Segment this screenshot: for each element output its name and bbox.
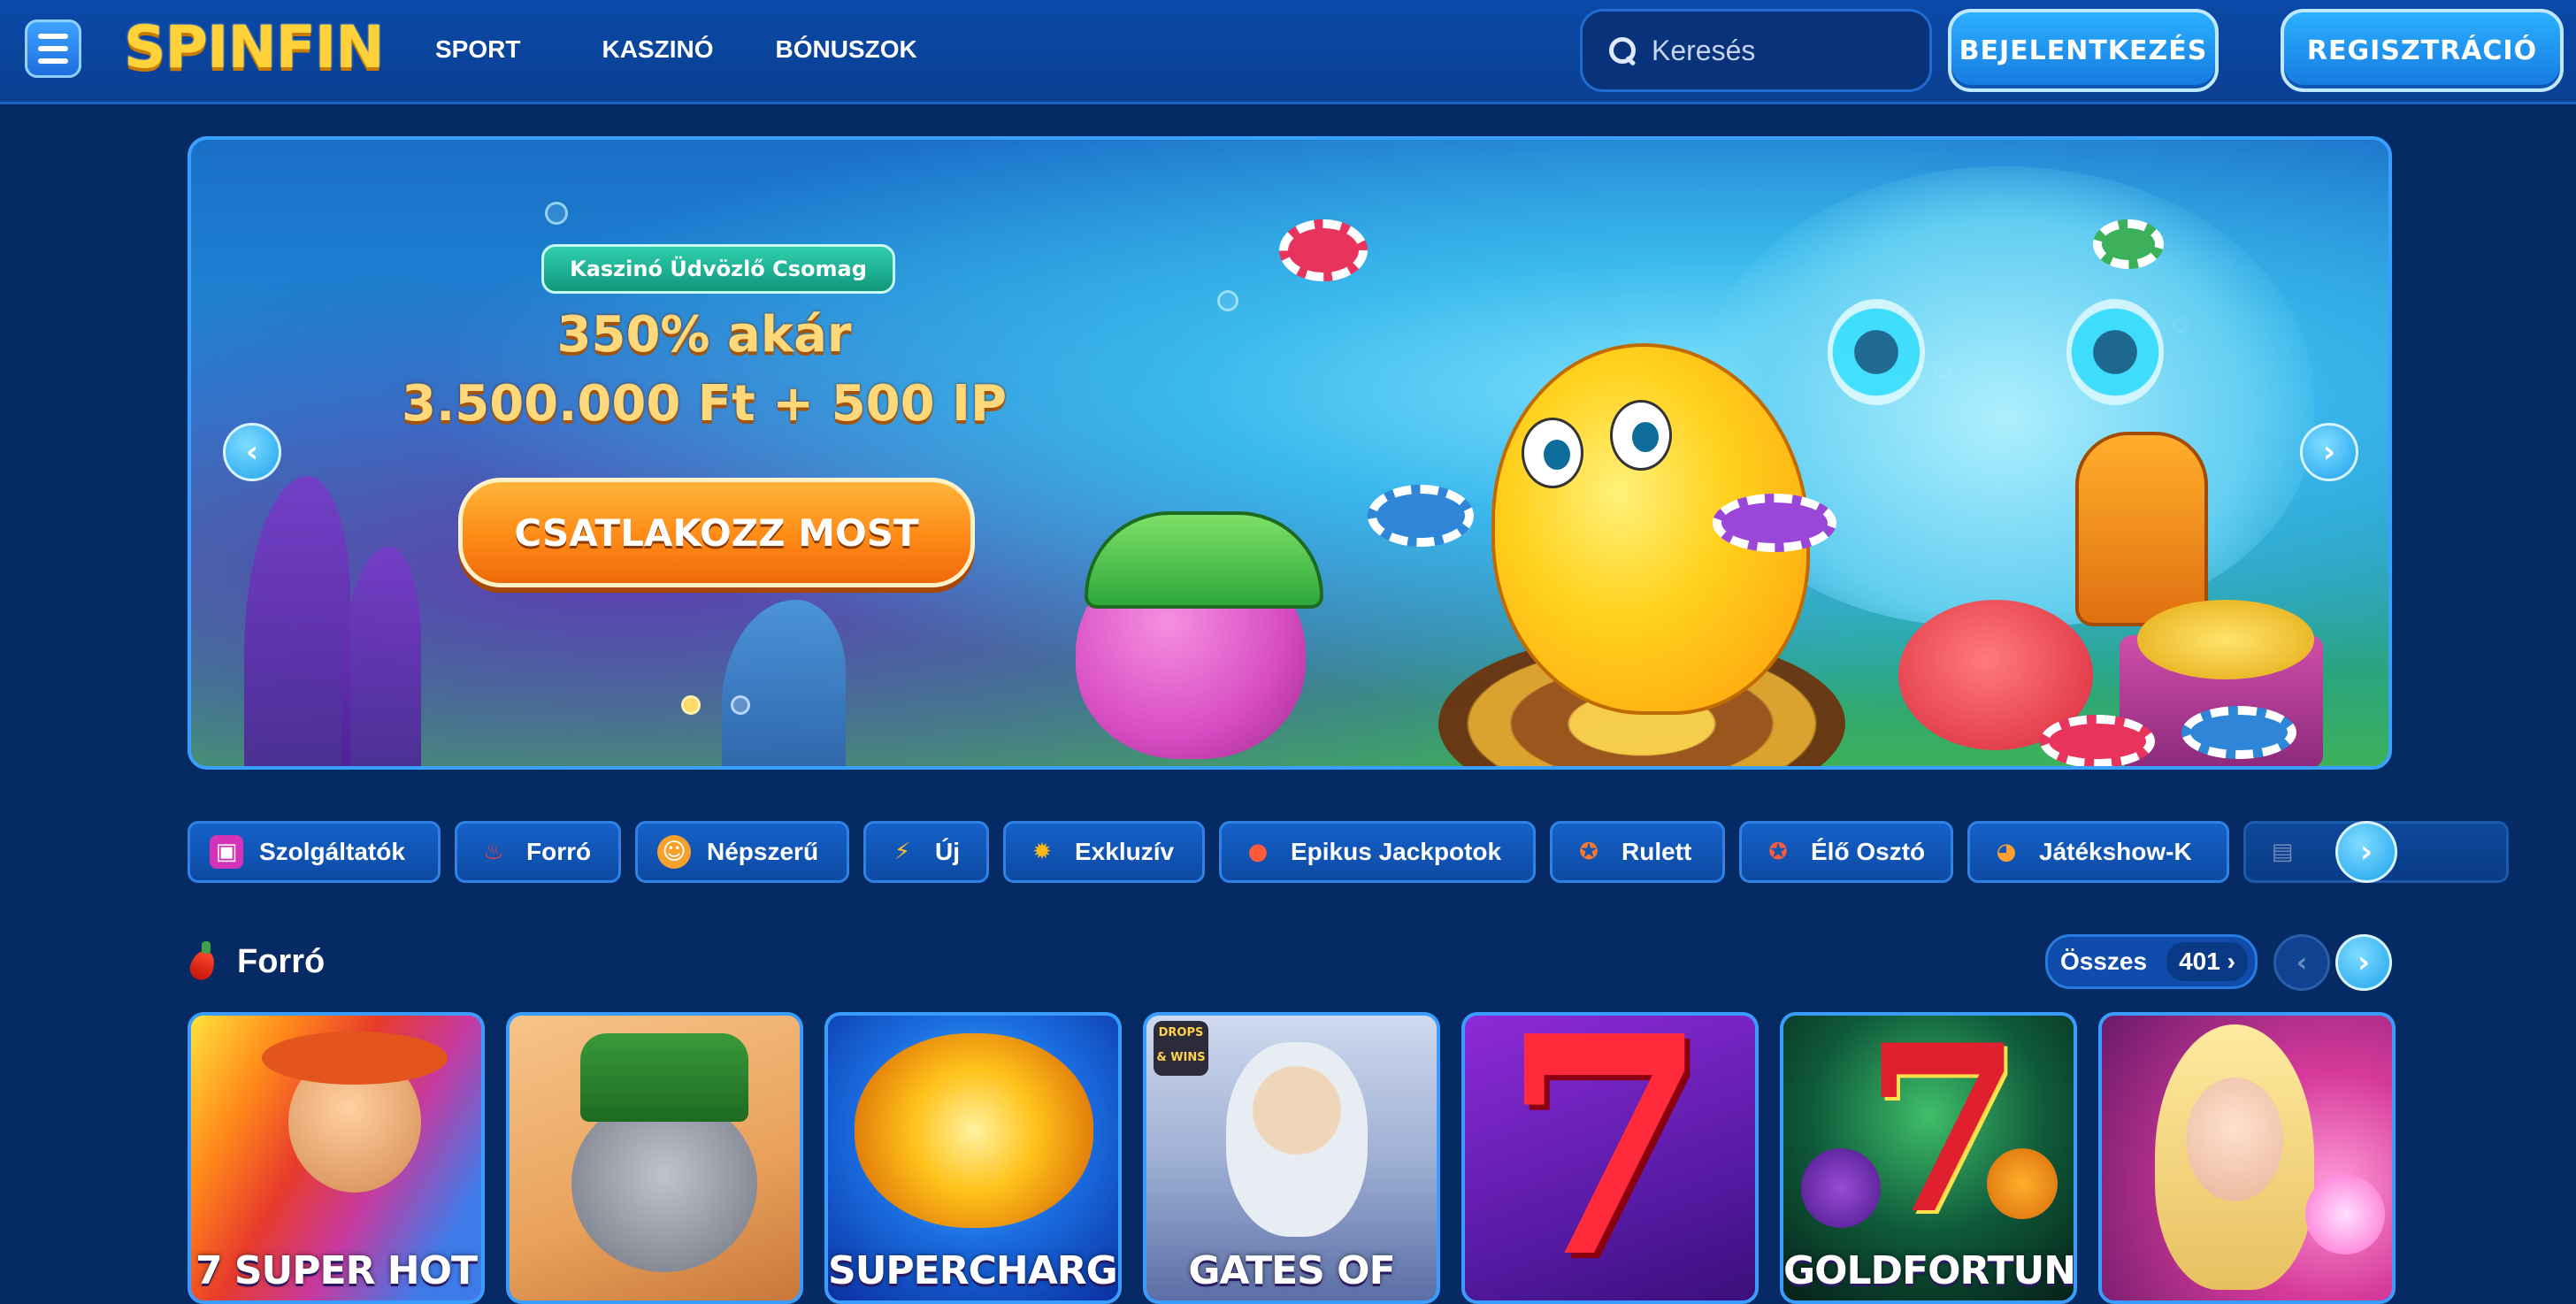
game-title: GOLDFORTUNE [1783, 1248, 2077, 1293]
drops-wins-badge: DROPS & WINS [1154, 1021, 1208, 1076]
chip-icon [2181, 706, 2296, 759]
slide-dot-1[interactable] [681, 695, 701, 715]
game-card[interactable] [2098, 1012, 2396, 1304]
game-card[interactable] [506, 1012, 803, 1304]
category-game-shows[interactable]: ◕ Játékshow-K [1967, 821, 2229, 883]
category-exclusive[interactable]: ✹ Exkluzív [1003, 821, 1205, 883]
section-title: Forró [237, 942, 326, 980]
login-button[interactable]: BEJELENTKEZÉS [1948, 9, 2219, 92]
category-bar: ▣ Szolgáltatók ♨ Forró ☺ Népszerű ⚡ Új ✹… [188, 821, 2509, 883]
hero-banner[interactable]: Kaszinó Üdvözlő Csomag 350% akár 3.500.0… [188, 136, 2392, 770]
promo-badge: Kaszinó Üdvözlő Csomag [541, 244, 895, 294]
category-live-dealer[interactable]: ✪ Élő Osztó [1739, 821, 1953, 883]
category-hot[interactable]: ♨ Forró [455, 821, 621, 883]
category-new[interactable]: ⚡ Új [863, 821, 989, 883]
lucky-seven-icon: 7 [1500, 1012, 1710, 1304]
top-header: SPINFIN SPORT KASZINÓ BÓNUSZOK BEJELENTK… [0, 0, 2576, 104]
chip-icon [1713, 494, 1836, 552]
nav-bonuses[interactable]: BÓNUSZOK [775, 32, 916, 67]
view-all-label: Összes [2060, 947, 2148, 975]
bubble-shape [1217, 290, 1238, 311]
chili-icon [188, 941, 219, 982]
seaweed-shape [341, 547, 421, 766]
game-card[interactable]: DROPS & WINS GATES OF [1143, 1012, 1440, 1304]
join-now-button[interactable]: CSATLAKOZZ MOST [458, 478, 975, 587]
chevron-right-icon[interactable]: › [2335, 821, 2397, 883]
section-header: Forró [188, 940, 325, 984]
chip-icon [2093, 219, 2164, 269]
providers-icon: ▣ [210, 835, 243, 869]
slot-machine-illustration [2075, 432, 2208, 626]
slide-dot-2[interactable] [731, 695, 750, 715]
bubble-shape [545, 202, 568, 225]
chili-icon: ♨ [483, 839, 504, 865]
cards-icon: ▤ [2271, 839, 2294, 865]
view-all-count: 401 › [2166, 942, 2248, 981]
promo-headline-line2: 3.500.000 Ft + 500 IP [401, 375, 1007, 433]
gold-coins-illustration [2137, 600, 2314, 679]
search-box[interactable] [1580, 9, 1932, 92]
seaweed-shape [244, 476, 350, 766]
category-epic-jackpots[interactable]: ● Epikus Jackpotok [1219, 821, 1536, 883]
search-input[interactable] [1652, 34, 1899, 67]
chip-icon [1279, 219, 1368, 281]
category-roulette[interactable]: ✪ Rulett [1550, 821, 1725, 883]
promo-headline-line1: 350% akár [556, 306, 852, 364]
category-providers[interactable]: ▣ Szolgáltatók [188, 821, 441, 883]
nav-casino[interactable]: KASZINÓ [602, 32, 713, 67]
category-popular[interactable]: ☺ Népszerű [635, 821, 849, 883]
jackpot-icon: ● [1247, 839, 1269, 865]
game-show-icon: ◕ [1996, 839, 2017, 865]
coral-shape [722, 600, 846, 766]
game-card[interactable]: 7 [1461, 1012, 1759, 1304]
nav-sport[interactable]: SPORT [435, 32, 520, 67]
menu-icon[interactable] [25, 19, 81, 78]
chip-icon [1368, 485, 1474, 547]
game-title: GATES OF [1188, 1248, 1395, 1293]
chevron-right-icon[interactable]: › [2335, 934, 2392, 991]
chevron-left-icon[interactable]: ‹ [2273, 934, 2330, 991]
main-nav: SPORT KASZINÓ BÓNUSZOK [435, 32, 917, 67]
game-card[interactable]: SUPERCHARGED [824, 1012, 1122, 1304]
game-title: 7 SUPER HOT [195, 1248, 478, 1293]
lightning-icon: ⚡ [893, 839, 911, 865]
game-title: SUPERCHARGED [828, 1248, 1118, 1293]
logo[interactable]: SPINFIN [124, 14, 385, 81]
octopus-cap-illustration [1085, 511, 1323, 609]
register-button[interactable]: REGISZTRÁCIÓ [2281, 9, 2564, 92]
chevron-left-icon[interactable]: ‹ [223, 423, 281, 481]
popular-icon: ☺ [657, 835, 691, 869]
search-icon [1607, 35, 1637, 65]
roulette-icon: ✪ [1579, 839, 1598, 865]
view-all-button[interactable]: Összes 401 › [2045, 934, 2258, 989]
chip-icon [2040, 715, 2155, 766]
chevron-right-icon[interactable]: › [2300, 423, 2358, 481]
game-card[interactable]: 7 GOLDFORTUNE [1780, 1012, 2077, 1304]
star-burst-icon: ✹ [1032, 839, 1052, 865]
live-dealer-icon: ✪ [1768, 839, 1788, 865]
game-card[interactable]: 7 SUPER HOT [188, 1012, 485, 1304]
